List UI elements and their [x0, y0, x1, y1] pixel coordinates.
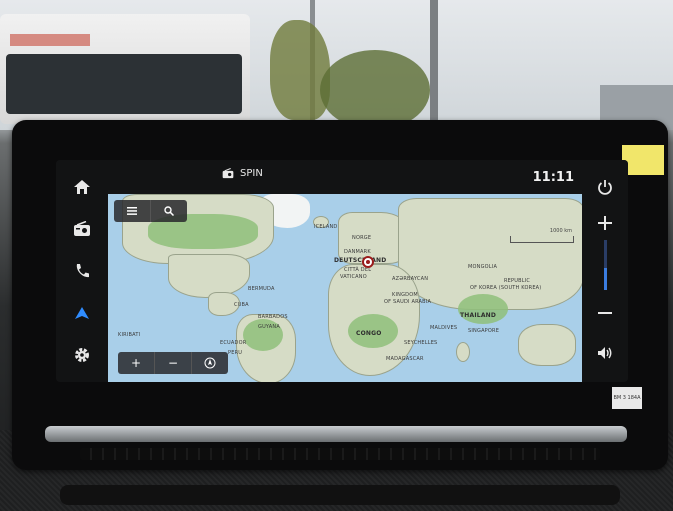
clock: 11:11 [532, 170, 574, 185]
left-nav-rail [56, 160, 108, 382]
map-label: PERU [228, 350, 243, 356]
tree-background [320, 50, 430, 130]
status-bar: SPIN 11:11 [108, 160, 582, 190]
navigation-arrow-icon [75, 307, 89, 319]
current-location-marker[interactable] [362, 256, 374, 268]
pole-background [430, 0, 438, 130]
map-label: GUYANA [258, 324, 280, 330]
volume-level-bar[interactable] [604, 240, 607, 290]
map-label: BERMUDA [248, 286, 275, 292]
map-label: SINGAPORE [468, 328, 500, 334]
plus-icon [598, 216, 612, 230]
map-label: MONGOLIA [468, 264, 498, 270]
map-label: NORGE [352, 235, 372, 241]
radio-icon [222, 168, 234, 179]
map-landmass [518, 324, 576, 366]
display-screen: SPIN 11:11 1000 km ICELAND NORGE DANMARK… [56, 160, 628, 382]
map-top-controls [114, 200, 187, 222]
search-icon [164, 206, 174, 216]
zoom-in-button[interactable]: + [118, 352, 155, 374]
right-control-rail [582, 160, 628, 382]
menu-icon [127, 207, 137, 215]
volume-up-button[interactable] [590, 210, 620, 236]
map-label: ICELAND [314, 224, 338, 230]
navigation-button[interactable] [67, 298, 97, 328]
dashboard-slot [60, 485, 620, 505]
phone-icon [76, 264, 89, 278]
map-label: CUBA [234, 302, 249, 308]
map-label: VATICANO [340, 274, 367, 280]
audio-source-label: SPIN [240, 168, 263, 179]
map-label: ECUADOR [220, 340, 247, 346]
map-scale-bar [510, 236, 574, 243]
map-label: REPUBLIC [504, 278, 531, 284]
speaker-icon [598, 347, 612, 359]
speaker-button[interactable] [590, 340, 620, 366]
compass-button[interactable] [192, 352, 228, 374]
home-button[interactable] [67, 172, 97, 202]
map-label: DANMARK [344, 249, 371, 255]
map-label: AZƏRBAYCAN [392, 276, 429, 282]
map-bottom-controls: + − [118, 352, 228, 374]
compass-icon [204, 357, 216, 369]
map-label: THAILAND [460, 312, 497, 319]
zoom-out-button[interactable]: − [155, 352, 192, 374]
tree-background [270, 20, 330, 120]
power-icon [598, 180, 612, 195]
volume-down-button[interactable] [590, 300, 620, 326]
gear-icon [75, 348, 89, 362]
map-landmass [168, 254, 250, 298]
map-label: DEUTSCHLAND [334, 257, 387, 264]
map-label: CONGO [356, 330, 382, 337]
chrome-trim [45, 426, 627, 442]
map-landmass [456, 342, 470, 362]
map-label: MADAGASCAR [386, 356, 424, 362]
volume-level-fill [604, 267, 607, 290]
air-vent [80, 448, 600, 460]
map-search-button[interactable] [151, 200, 187, 222]
map-forest [458, 294, 508, 324]
map-scale-label: 1000 km [549, 228, 572, 234]
bus-logo [10, 34, 90, 46]
home-icon [74, 180, 90, 194]
audio-source[interactable]: SPIN [222, 168, 263, 179]
device-badge: BM 3 184A [612, 387, 642, 409]
radio-button[interactable] [67, 214, 97, 244]
minus-icon [598, 312, 612, 314]
phone-button[interactable] [67, 256, 97, 286]
bus-background [0, 14, 250, 124]
bus-window [6, 54, 242, 114]
protective-sticker [622, 145, 664, 175]
settings-button[interactable] [67, 340, 97, 370]
power-button[interactable] [590, 174, 620, 200]
radio-icon [74, 221, 90, 236]
map-label: OF KOREA (SOUTH KOREA) [470, 285, 542, 291]
map-label: KIRIBATI [118, 332, 141, 338]
map-label: BARBADOS [258, 314, 288, 320]
map-label: MALDIVES [430, 325, 458, 331]
map-label: OF SAUDI ARABIA [384, 299, 432, 305]
map-label: KINGDOM [392, 292, 418, 298]
map-label: SEYCHELLES [404, 340, 438, 346]
navigation-map[interactable]: 1000 km ICELAND NORGE DANMARK DEUTSCHLAN… [108, 194, 582, 382]
map-landmass [398, 198, 582, 310]
map-menu-button[interactable] [114, 200, 151, 222]
